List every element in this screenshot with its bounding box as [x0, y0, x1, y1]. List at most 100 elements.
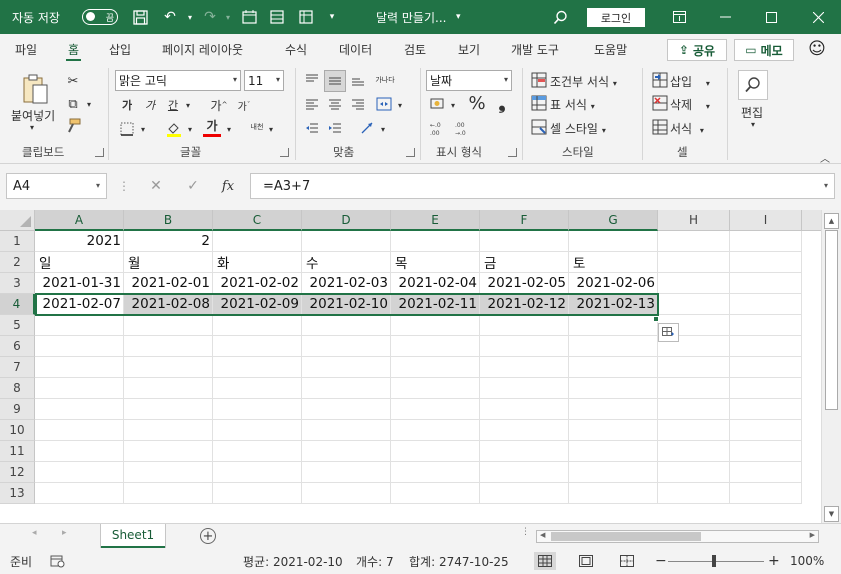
- bold-button[interactable]: 가: [118, 96, 136, 114]
- cell-f13[interactable]: [480, 483, 569, 504]
- paste-icon[interactable]: [20, 72, 50, 106]
- cell-e2[interactable]: 목: [391, 252, 480, 273]
- cell-a5[interactable]: [35, 315, 124, 336]
- cell-c12[interactable]: [213, 462, 302, 483]
- cell-a10[interactable]: [35, 420, 124, 441]
- cell-c13[interactable]: [213, 483, 302, 504]
- cell-a2[interactable]: 일: [35, 252, 124, 273]
- zoom-in-icon[interactable]: +: [768, 548, 780, 574]
- cell-h1[interactable]: [658, 231, 730, 252]
- format-as-table-button[interactable]: 표 서식 ▾: [550, 96, 595, 113]
- alignment-launcher-icon[interactable]: [406, 148, 415, 157]
- cell-h12[interactable]: [658, 462, 730, 483]
- scroll-left-icon[interactable]: ◀: [540, 531, 545, 539]
- row-header-3[interactable]: 3: [0, 273, 35, 294]
- font-color-button[interactable]: 가: [203, 117, 221, 137]
- fill-handle[interactable]: [653, 316, 659, 322]
- delete-cells-button[interactable]: 삭제 ▾: [670, 96, 710, 113]
- cell-i1[interactable]: [730, 231, 802, 252]
- cell-styles-icon[interactable]: [530, 118, 548, 136]
- format-cells-button[interactable]: 서식 ▾: [670, 120, 704, 137]
- status-sum[interactable]: 합계: 2747-10-25: [409, 548, 509, 574]
- autosave-toggle[interactable]: 끔: [82, 0, 118, 34]
- cell-i2[interactable]: [730, 252, 802, 273]
- customize-toolbar-icon[interactable]: ▾: [318, 0, 346, 34]
- cell-c2[interactable]: 화: [213, 252, 302, 273]
- autosave-toggle-switch[interactable]: 끔: [82, 9, 118, 25]
- column-header-f[interactable]: F: [480, 210, 569, 231]
- cell-e10[interactable]: [391, 420, 480, 441]
- cell-a9[interactable]: [35, 399, 124, 420]
- cell-g5[interactable]: [569, 315, 658, 336]
- tab-help[interactable]: 도움말: [594, 34, 627, 64]
- cell-d8[interactable]: [302, 378, 391, 399]
- cell-f3[interactable]: 2021-02-05: [480, 273, 569, 294]
- fill-color-icon[interactable]: [165, 120, 183, 138]
- phonetic-button[interactable]: 내천: [247, 119, 267, 135]
- row-header-12[interactable]: 12: [0, 462, 35, 483]
- align-left-icon[interactable]: [302, 94, 322, 114]
- row-header-11[interactable]: 11: [0, 441, 35, 462]
- document-title[interactable]: 달력 만들기...: [376, 0, 446, 34]
- cell-c6[interactable]: [213, 336, 302, 357]
- align-bottom-icon[interactable]: [348, 70, 368, 90]
- status-average[interactable]: 평균: 2021-02-10: [243, 548, 343, 574]
- cell-e9[interactable]: [391, 399, 480, 420]
- cell-c10[interactable]: [213, 420, 302, 441]
- cell-g12[interactable]: [569, 462, 658, 483]
- underline-dropdown-icon[interactable]: ▾: [183, 98, 193, 112]
- cell-c1[interactable]: [213, 231, 302, 252]
- cell-g1[interactable]: [569, 231, 658, 252]
- cell-i13[interactable]: [730, 483, 802, 504]
- font-launcher-icon[interactable]: [280, 148, 289, 157]
- tab-home[interactable]: 홈: [65, 34, 82, 64]
- name-box[interactable]: A4 ▾: [6, 173, 107, 199]
- spreadsheet-grid[interactable]: A B C D E F G H I 1 2021 2 2 일 월 화 수 목 금 토 3 2021-01-31 2021-0…: [0, 210, 821, 523]
- cell-g7[interactable]: [569, 357, 658, 378]
- tab-data[interactable]: 데이터: [339, 34, 372, 64]
- cell-e5[interactable]: [391, 315, 480, 336]
- cell-c5[interactable]: [213, 315, 302, 336]
- conditional-formatting-icon[interactable]: [530, 71, 548, 89]
- orientation-dropdown-icon[interactable]: ▾: [378, 122, 388, 136]
- formula-input[interactable]: =A3+7 ▾: [250, 173, 835, 199]
- cell-f9[interactable]: [480, 399, 569, 420]
- cell-e11[interactable]: [391, 441, 480, 462]
- find-search-icon[interactable]: [738, 70, 768, 100]
- cell-a3[interactable]: 2021-01-31: [35, 273, 124, 294]
- cell-c4[interactable]: 2021-02-09: [213, 294, 302, 315]
- paste-label[interactable]: 붙여넣기: [11, 107, 55, 124]
- cell-d6[interactable]: [302, 336, 391, 357]
- login-button[interactable]: 로그인: [587, 8, 645, 27]
- maximize-button[interactable]: [748, 0, 794, 34]
- cell-a1[interactable]: 2021: [35, 231, 124, 252]
- clipboard-launcher-icon[interactable]: [95, 148, 104, 157]
- shrink-font-button[interactable]: 가ˇ: [235, 96, 253, 114]
- cell-d12[interactable]: [302, 462, 391, 483]
- column-header-b[interactable]: B: [124, 210, 213, 231]
- zoom-slider-track[interactable]: [668, 561, 764, 562]
- cell-e13[interactable]: [391, 483, 480, 504]
- fill-color-dropdown-icon[interactable]: ▾: [185, 122, 195, 136]
- row-header-2[interactable]: 2: [0, 252, 35, 273]
- increase-decimal-icon[interactable]: ←.0.00: [428, 118, 450, 138]
- cell-g4[interactable]: 2021-02-13: [569, 294, 658, 315]
- cell-h10[interactable]: [658, 420, 730, 441]
- number-launcher-icon[interactable]: [508, 148, 517, 157]
- search-icon[interactable]: [546, 0, 574, 34]
- number-format-select[interactable]: 날짜 ▾: [426, 70, 512, 91]
- next-sheet-icon[interactable]: ▸: [62, 528, 67, 538]
- row-header-4[interactable]: 4: [0, 294, 35, 315]
- memo-button[interactable]: ▭ 메모: [734, 39, 794, 61]
- grow-font-button[interactable]: 가 ^: [210, 96, 228, 114]
- cell-g6[interactable]: [569, 336, 658, 357]
- column-header-g[interactable]: G: [569, 210, 658, 231]
- zoom-out-icon[interactable]: −: [655, 548, 667, 574]
- cell-f4[interactable]: 2021-02-12: [480, 294, 569, 315]
- orientation-icon[interactable]: [358, 118, 378, 138]
- decrease-decimal-icon[interactable]: .00 →.0: [453, 118, 475, 138]
- tab-review[interactable]: 검토: [404, 34, 426, 64]
- cell-h9[interactable]: [658, 399, 730, 420]
- cell-e4[interactable]: 2021-02-11: [391, 294, 480, 315]
- cell-h3[interactable]: [658, 273, 730, 294]
